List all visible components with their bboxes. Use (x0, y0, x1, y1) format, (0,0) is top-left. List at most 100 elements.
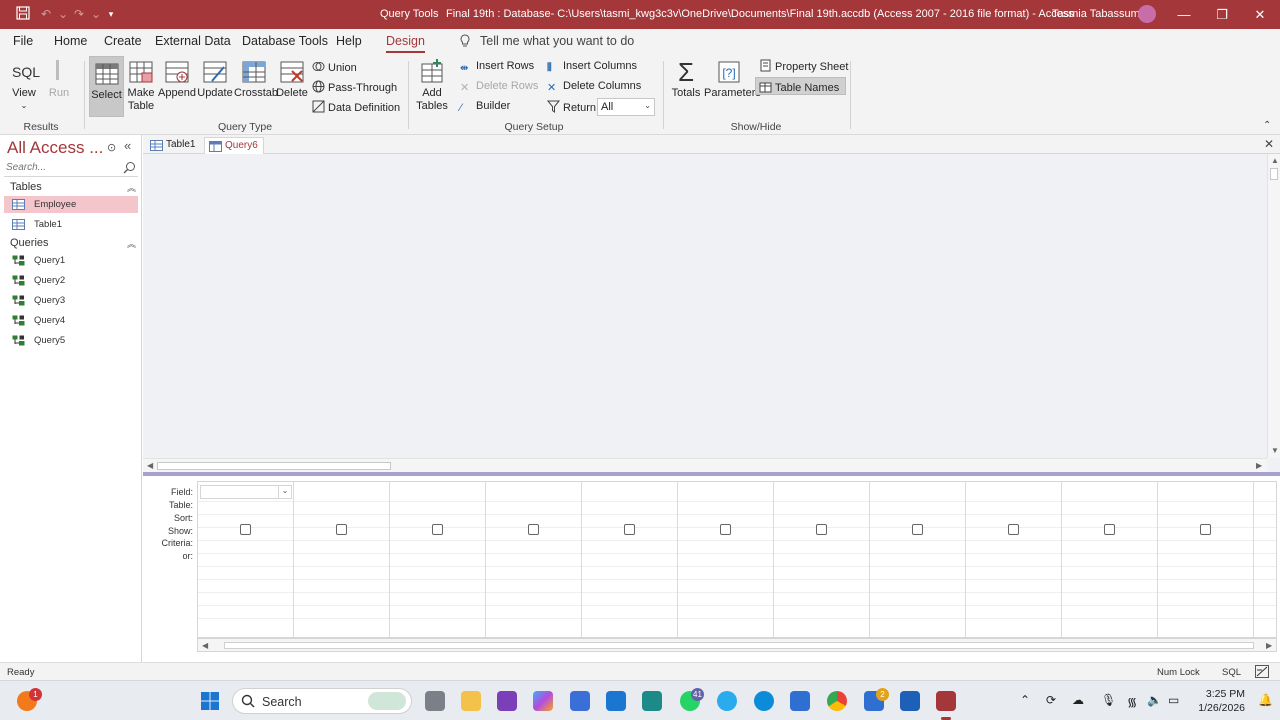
return-select[interactable]: All ⌄ (597, 98, 655, 116)
nav-item-employee[interactable]: Employee (4, 196, 138, 213)
scroll-left-icon[interactable]: ◀ (147, 461, 153, 470)
nav-item-table1[interactable]: Table1 (4, 216, 138, 233)
shutter-bar-icon[interactable]: « (124, 138, 131, 153)
nav-item-query1[interactable]: Query1 (4, 252, 138, 269)
wifi-icon[interactable]: ᯾ (1127, 693, 1137, 710)
volume-icon[interactable]: 🔈 (1147, 693, 1162, 707)
tab-file[interactable]: File (13, 34, 33, 48)
scroll-thumb[interactable] (157, 462, 391, 470)
show-checkbox[interactable] (1200, 524, 1211, 535)
nav-item-query3[interactable]: Query3 (4, 292, 138, 309)
tab-design[interactable]: Design (386, 34, 425, 53)
parameters-button[interactable]: [?] Parameters (704, 55, 761, 117)
tab-database-tools[interactable]: Database Tools (242, 34, 328, 48)
tab-create[interactable]: Create (104, 34, 142, 48)
nav-menu-icon[interactable]: ⊙ (107, 141, 116, 154)
collapse-section-icon[interactable]: ︽ (127, 237, 136, 250)
make-table-button[interactable]: Make Table (125, 55, 157, 117)
run-button[interactable]: Run (44, 55, 74, 115)
table-design-area[interactable] (143, 154, 1280, 472)
tab-help[interactable]: Help (336, 34, 362, 48)
clock[interactable]: 3:25 PM 1/26/2026 (1197, 687, 1245, 715)
task-view-icon[interactable] (425, 691, 445, 711)
doc-tab-table1[interactable]: Table1 (146, 137, 201, 154)
telegram-icon[interactable] (717, 691, 737, 711)
add-tables-button[interactable]: Add Tables (414, 55, 450, 117)
access-icon[interactable] (936, 691, 956, 711)
select-query-button[interactable]: Select (89, 56, 124, 117)
delete-query-button[interactable]: Delete (275, 55, 309, 117)
customize-quick-access-icon[interactable]: ▾ (102, 6, 120, 22)
microphone-icon[interactable]: 🎙 (1101, 693, 1116, 707)
insert-columns-button[interactable]: ⫴ Insert Columns (547, 60, 637, 75)
crosstab-button[interactable]: Crosstab (234, 55, 278, 117)
show-checkbox[interactable] (528, 524, 539, 535)
upper-vertical-scrollbar[interactable]: ▲ ▼ (1267, 154, 1280, 458)
sql-view-button[interactable]: SQL (1222, 667, 1241, 678)
show-checkbox[interactable] (336, 524, 347, 535)
tab-external-data[interactable]: External Data (155, 34, 231, 48)
property-sheet-button[interactable]: Property Sheet (759, 59, 848, 73)
scroll-thumb[interactable] (1270, 168, 1278, 180)
taskbar-search[interactable]: Search (232, 688, 412, 714)
battery-icon[interactable]: ▭ (1168, 693, 1179, 707)
windows-start-icon[interactable] (200, 691, 220, 711)
file-explorer-icon[interactable] (461, 691, 481, 711)
show-checkbox[interactable] (240, 524, 251, 535)
show-checkbox[interactable] (432, 524, 443, 535)
append-button[interactable]: Append (158, 55, 196, 117)
onenote-icon[interactable] (497, 691, 517, 711)
pass-through-button[interactable]: Pass-Through (312, 80, 397, 94)
avatar[interactable] (1138, 5, 1156, 23)
qbe-grid[interactable]: ⌄ (197, 481, 1277, 638)
collapse-section-icon[interactable]: ︽ (127, 181, 136, 194)
insert-rows-button[interactable]: ⇹ Insert Rows (460, 60, 534, 76)
store-icon[interactable] (570, 691, 590, 711)
collapse-ribbon-icon[interactable]: ⌃ (1263, 120, 1271, 131)
design-view-icon[interactable] (1255, 665, 1269, 678)
search-icon[interactable] (123, 161, 136, 174)
grid-horizontal-scrollbar[interactable]: ◀ ▶ (197, 638, 1277, 652)
update-button[interactable]: Update (197, 55, 233, 117)
word-icon[interactable] (900, 691, 920, 711)
show-checkbox[interactable] (720, 524, 731, 535)
scroll-right-icon[interactable]: ▶ (1256, 461, 1262, 470)
upper-horizontal-scrollbar[interactable]: ◀ ▶ (143, 458, 1267, 472)
todo-icon[interactable] (606, 691, 626, 711)
tell-me-search[interactable]: Tell me what you want to do (480, 34, 634, 48)
close-document-icon[interactable]: ✕ (1264, 137, 1274, 151)
delete-columns-button[interactable]: ✕ Delete Columns (547, 80, 641, 94)
close-button[interactable]: ✕ (1242, 0, 1278, 29)
undo-icon[interactable]: ↶ (37, 6, 55, 22)
save-icon[interactable] (14, 6, 32, 22)
union-button[interactable]: Union (312, 60, 357, 74)
scroll-left-icon[interactable]: ◀ (202, 641, 208, 650)
scroll-thumb[interactable] (224, 642, 1254, 649)
chevron-down-icon[interactable]: ⌄ (278, 486, 291, 498)
scroll-up-icon[interactable]: ▲ (1271, 156, 1279, 165)
doc-tab-query6[interactable]: Query6 (204, 137, 264, 154)
show-checkbox[interactable] (816, 524, 827, 535)
show-hidden-icons-icon[interactable]: ⌃ (1020, 693, 1030, 707)
minimize-button[interactable]: — (1166, 0, 1202, 29)
notifications-icon[interactable]: 🔔 (1258, 693, 1273, 707)
data-definition-button[interactable]: Data Definition (312, 100, 400, 114)
totals-button[interactable]: Σ Totals (669, 55, 703, 117)
sync-icon[interactable]: ⟳ (1046, 693, 1056, 707)
chrome-icon[interactable] (827, 691, 847, 711)
show-checkbox[interactable] (1104, 524, 1115, 535)
nav-item-query5[interactable]: Query5 (4, 332, 138, 349)
copilot-icon[interactable] (533, 691, 553, 711)
field-select[interactable]: ⌄ (200, 485, 292, 499)
scroll-right-icon[interactable]: ▶ (1266, 641, 1272, 650)
user-name[interactable]: Tasmia Tabassum (1052, 8, 1140, 20)
table-names-button[interactable]: Table Names (755, 77, 847, 95)
tab-home[interactable]: Home (54, 34, 87, 48)
nav-section-queries[interactable]: Queries ︽ (10, 237, 136, 249)
nav-item-query4[interactable]: Query4 (4, 312, 138, 329)
nav-section-tables[interactable]: Tables ︽ (10, 181, 136, 193)
show-checkbox[interactable] (912, 524, 923, 535)
scroll-down-icon[interactable]: ▼ (1271, 446, 1279, 455)
notepad-icon[interactable] (790, 691, 810, 711)
show-checkbox[interactable] (624, 524, 635, 535)
